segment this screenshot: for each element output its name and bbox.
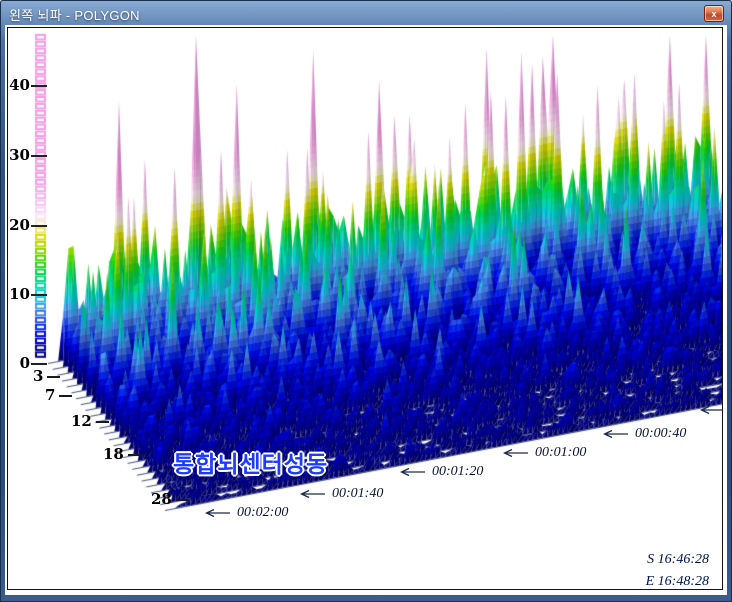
time-axis-label: 00:02:00: [205, 505, 288, 521]
freq-tick-text: 12: [71, 414, 92, 429]
z-axis-label: 40: [8, 78, 30, 93]
z-axis-tick: [31, 294, 47, 296]
z-axis-label: 0: [8, 356, 30, 371]
freq-axis-tick: [128, 454, 141, 456]
freq-axis-label: 18: [103, 447, 141, 462]
time-tick-text: 00:02:00: [237, 505, 288, 521]
freq-axis-label: 28: [151, 492, 189, 507]
session-start-time: S 16:46:28: [647, 552, 709, 568]
freq-axis-label: 12: [71, 414, 109, 429]
time-tick-arrow: [503, 448, 529, 458]
z-axis-tick: [31, 363, 47, 365]
freq-tick-text: 18: [103, 447, 124, 462]
time-tick-arrow: [205, 508, 231, 518]
time-tick-arrow: [700, 405, 723, 415]
time-tick-arrow: [400, 467, 426, 477]
close-button[interactable]: x: [704, 5, 724, 22]
z-axis-tick: [31, 155, 47, 157]
client-frame: 40 30 20 10 0 3 7 12 18 28: [5, 25, 727, 595]
freq-tick-text: 28: [151, 492, 172, 507]
time-axis-label: 00:01:20: [400, 464, 483, 480]
freq-axis-tick: [96, 421, 109, 423]
time-tick-text: 00:01:40: [332, 486, 383, 502]
time-axis-label: 00:01:00: [503, 445, 586, 461]
z-axis-label: 10: [8, 287, 30, 302]
chart-area: 40 30 20 10 0 3 7 12 18 28: [7, 27, 723, 590]
time-tick-text: 00:01:20: [432, 464, 483, 480]
time-tick-arrow: [603, 429, 629, 439]
time-axis-label: 00:00:40: [603, 426, 686, 442]
z-axis-label: 20: [8, 218, 30, 233]
time-tick-text: 00:00:40: [635, 426, 686, 442]
z-axis-label: 30: [8, 148, 30, 163]
session-end-time: E 16:48:28: [646, 574, 709, 590]
time-tick-arrow: [300, 489, 326, 499]
surface-canvas: [8, 28, 722, 589]
time-axis-label: 00:01:40: [300, 486, 383, 502]
freq-tick-text: 3: [33, 369, 43, 384]
freq-axis-label: 3: [33, 369, 60, 384]
time-tick-text: 00:01:00: [535, 445, 586, 461]
freq-tick-text: 7: [45, 388, 55, 403]
freq-axis-tick: [47, 376, 60, 378]
window: 왼쪽 뇌파 - POLYGON x 40 30 20 10 0 3 7: [0, 0, 732, 602]
z-axis-tick: [31, 85, 47, 87]
watermark-text: 통합뇌센터성동: [173, 445, 328, 479]
freq-axis-tick: [59, 395, 72, 397]
close-icon: x: [711, 9, 716, 19]
window-title: 왼쪽 뇌파 - POLYGON: [9, 5, 140, 24]
time-axis-label-clipped: [700, 405, 723, 415]
freq-axis-tick: [176, 499, 189, 501]
freq-axis-label: 7: [45, 388, 72, 403]
title-bar[interactable]: 왼쪽 뇌파 - POLYGON x: [0, 0, 732, 26]
z-axis-tick: [31, 225, 47, 227]
